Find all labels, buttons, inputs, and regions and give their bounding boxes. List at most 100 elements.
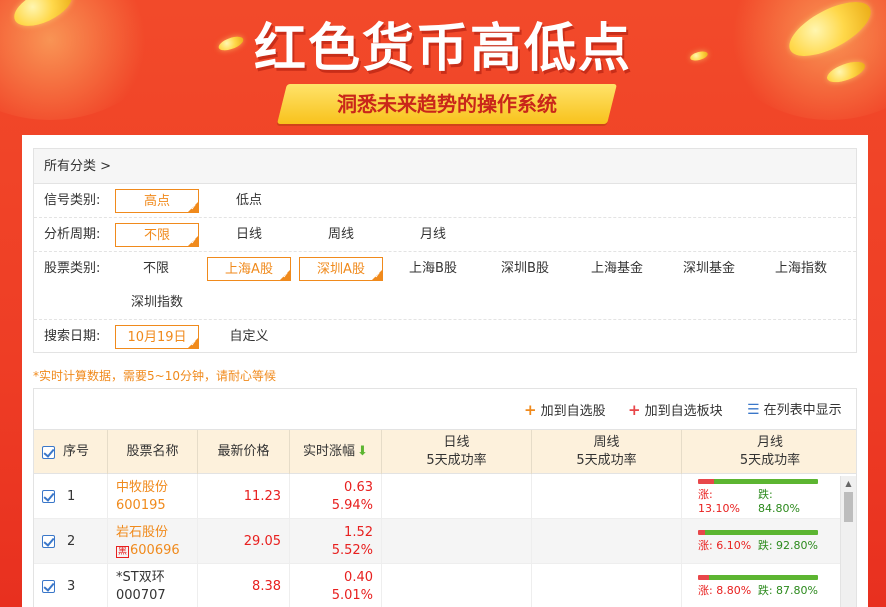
stock-code: 000707 — [116, 587, 166, 603]
results-table: + 加到自选股 + 加到自选板块 ☰ 在列表中显示 序号 股票名称 最新价格 实时涨幅… — [33, 388, 857, 607]
select-all-checkbox[interactable] — [42, 445, 55, 459]
scroll-thumb[interactable] — [844, 492, 853, 522]
header-daily-sub: 5天成功率 — [426, 453, 487, 468]
option-sz-fund[interactable]: 深圳基金 — [674, 257, 744, 281]
stock-name-link[interactable]: 岩石股份 — [116, 524, 180, 542]
fall-bar — [714, 478, 818, 484]
option-weekly[interactable]: 周线 — [311, 223, 371, 247]
option-any-type[interactable]: 不限 — [126, 257, 186, 281]
show-in-list-label: 在列表中显示 — [763, 403, 842, 418]
row-checkbox[interactable] — [42, 580, 55, 593]
row-price: 11.23 — [198, 474, 290, 519]
row-checkbox[interactable] — [42, 490, 55, 503]
show-in-list-button[interactable]: ☰ 在列表中显示 — [747, 401, 842, 419]
stock-name-link[interactable]: *ST双环 — [116, 569, 166, 587]
header-monthly-sub: 5天成功率 — [739, 453, 801, 468]
banner-subtitle: 洞悉未来趋势的操作系统 — [337, 92, 557, 116]
banner-title: 红色货币高低点 — [253, 19, 632, 79]
table-row[interactable]: 1 中牧股份 600195 11.23 0.63 5.94% 涨: 13.10% 跌… — [34, 474, 856, 519]
header-seq: 序号 — [34, 430, 108, 474]
row-price: 8.38 — [198, 564, 290, 607]
rise-rate: 涨: 13.10% — [698, 487, 740, 515]
row-monthly-cell: 涨: 6.10% 跌: 92.80% — [682, 519, 842, 564]
date-filter-row: 搜索日期: 10月19日 ✓ 自定义 — [34, 320, 856, 354]
stock-code: 600195 — [116, 497, 166, 513]
row-change: 0.63 — [344, 479, 373, 495]
header-price[interactable]: 最新价格 — [198, 430, 290, 474]
rise-rate: 涨: 6.10% — [698, 539, 752, 552]
option-custom-date[interactable]: 自定义 — [219, 325, 279, 349]
option-sz-b[interactable]: 深圳B股 — [492, 257, 558, 281]
row-change-pct: 5.01% — [331, 587, 373, 603]
option-sh-index[interactable]: 上海指数 — [766, 257, 836, 281]
breadcrumb[interactable]: 所有分类 > — [34, 149, 856, 184]
header-name[interactable]: 股票名称 — [108, 430, 198, 474]
row-checkbox[interactable] — [42, 535, 55, 548]
table-row[interactable]: 2 岩石股份 黑 600696 29.05 1.52 5.52% 涨: 6.10% 跌… — [34, 519, 856, 564]
header-daily-label: 日线 — [443, 435, 470, 450]
option-sh-b[interactable]: 上海B股 — [400, 257, 466, 281]
row-weekly-cell — [532, 564, 682, 607]
sort-down-icon: ⬇ — [357, 444, 368, 459]
calc-notice: *实时计算数据，需要5~10分钟，请耐心等候 — [33, 369, 276, 383]
plus-icon: + — [524, 401, 537, 419]
success-rate-bar: 涨: 13.10% 跌: 84.80% — [698, 478, 818, 515]
row-name-cell: 岩石股份 黑 600696 — [108, 519, 198, 564]
plus-icon: + — [628, 401, 641, 419]
scroll-up-icon[interactable]: ▲ — [841, 476, 856, 492]
option-sz-index[interactable]: 深圳指数 — [122, 291, 192, 315]
header-change-label: 实时涨幅 — [303, 444, 356, 459]
rise-bar — [698, 575, 709, 580]
add-watchlist-label: 加到自选股 — [540, 404, 606, 419]
check-icon: ✓ — [190, 203, 197, 212]
option-date[interactable]: 10月19日 ✓ — [115, 325, 199, 349]
option-high-point[interactable]: 高点 ✓ — [115, 189, 199, 213]
option-sh-a[interactable]: 上海A股 ✓ — [207, 257, 291, 281]
option-any-period[interactable]: 不限 ✓ — [115, 223, 199, 247]
option-daily[interactable]: 日线 — [219, 223, 279, 247]
add-block-button[interactable]: + 加到自选板块 — [628, 401, 723, 419]
table-toolbar: + 加到自选股 + 加到自选板块 ☰ 在列表中显示 — [34, 389, 856, 430]
row-change-pct: 5.94% — [331, 497, 373, 513]
row-daily-cell — [382, 564, 532, 607]
row-seq-cell: 1 — [34, 474, 108, 519]
rise-rate: 涨: 8.80% — [698, 584, 752, 597]
stock-code: 600696 — [130, 542, 180, 558]
header-daily[interactable]: 日线 5天成功率 — [382, 430, 532, 474]
option-sh-fund[interactable]: 上海基金 — [582, 257, 652, 281]
list-icon: ☰ — [747, 402, 760, 418]
row-change-cell: 1.52 5.52% — [290, 519, 382, 564]
option-sz-a[interactable]: 深圳A股 ✓ — [299, 257, 383, 281]
table-header: 序号 股票名称 最新价格 实时涨幅 ⬇ 日线 5天成功率 周线 5天成功率 月线… — [34, 430, 856, 474]
header-seq-label: 序号 — [63, 444, 90, 459]
add-block-label: 加到自选板块 — [644, 404, 723, 419]
row-change: 1.52 — [344, 524, 373, 540]
signal-label: 信号类别: — [44, 193, 101, 208]
check-icon: ✓ — [374, 271, 381, 280]
main-panel: 所有分类 > 信号类别: 高点 ✓ 低点 分析周期: 不限 ✓ 日线 周线 月线 股… — [22, 135, 868, 607]
row-weekly-cell — [532, 474, 682, 519]
row-seq: 3 — [67, 579, 76, 594]
fall-rate: 跌: 92.80% — [757, 539, 818, 552]
fall-bar — [708, 575, 818, 580]
row-name-cell: 中牧股份 600195 — [108, 474, 198, 519]
add-watchlist-button[interactable]: + 加到自选股 — [524, 401, 606, 419]
table-row[interactable]: 3 *ST双环 000707 8.38 0.40 5.01% 涨: 8.80% 跌:… — [34, 564, 856, 607]
option-low-point[interactable]: 低点 — [219, 189, 279, 213]
row-name-cell: *ST双环 000707 — [108, 564, 198, 607]
row-monthly-cell: 涨: 8.80% 跌: 87.80% — [682, 564, 842, 607]
option-monthly[interactable]: 月线 — [403, 223, 463, 247]
option-label: 深圳A股 — [317, 262, 365, 277]
vertical-scrollbar[interactable]: ▲ — [840, 476, 856, 607]
header-weekly[interactable]: 周线 5天成功率 — [532, 430, 682, 474]
stock-name-link[interactable]: 中牧股份 — [116, 479, 168, 497]
header-change[interactable]: 实时涨幅 ⬇ — [290, 430, 382, 474]
row-daily-cell — [382, 519, 532, 564]
row-seq-cell: 3 — [34, 564, 108, 607]
period-filter-row: 分析周期: 不限 ✓ 日线 周线 月线 — [34, 218, 856, 252]
header-weekly-sub: 5天成功率 — [576, 453, 637, 468]
header-monthly[interactable]: 月线 5天成功率 — [682, 430, 856, 474]
risk-badge: 黑 — [116, 545, 130, 558]
header-weekly-label: 周线 — [593, 435, 620, 450]
success-rate-bar: 涨: 6.10% 跌: 92.80% — [698, 530, 818, 553]
